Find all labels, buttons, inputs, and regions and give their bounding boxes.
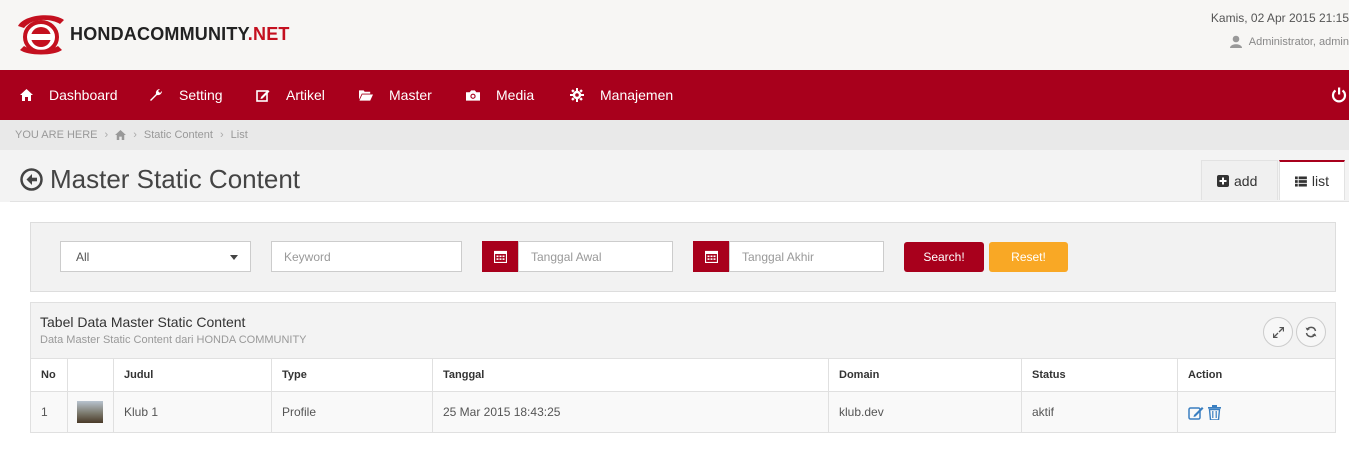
home-icon — [19, 88, 33, 102]
row-thumbnail-image[interactable] — [77, 401, 103, 423]
main-navbar: Dashboard Setting Artikel Master Media M… — [0, 70, 1349, 120]
chevron-right-icon: › — [133, 129, 137, 141]
col-header-tanggal[interactable]: Tanggal — [432, 359, 828, 391]
keyword-input[interactable] — [271, 241, 462, 272]
site-logo[interactable]: HONDACOMMUNITY.NET — [14, 10, 290, 58]
end-date-input[interactable] — [729, 241, 884, 272]
cell-tanggal: 25 Mar 2015 18:43:25 — [432, 392, 828, 432]
calendar-icon — [705, 250, 718, 263]
reset-button[interactable]: Reset! — [989, 242, 1068, 272]
search-button[interactable]: Search! — [904, 242, 984, 272]
expand-icon — [1272, 326, 1284, 338]
honda-wing-logo-icon — [18, 15, 64, 55]
refresh-button[interactable] — [1296, 317, 1326, 347]
table-panel-header: Tabel Data Master Static Content Data Ma… — [31, 303, 1335, 359]
list-icon — [1295, 175, 1307, 187]
nav-media[interactable]: Media — [466, 70, 534, 120]
breadcrumb-item-list: List — [230, 129, 248, 141]
cell-thumbnail — [67, 392, 113, 432]
home-icon[interactable] — [115, 130, 127, 140]
col-header-judul[interactable]: Judul — [113, 359, 271, 391]
wrench-icon — [149, 88, 163, 102]
nav-dashboard[interactable]: Dashboard — [19, 70, 118, 120]
nav-manajemen[interactable]: Manajemen — [570, 70, 673, 120]
cell-status: aktif — [1021, 392, 1177, 432]
table-header-row: No Judul Type Tanggal Domain Status Acti… — [31, 359, 1335, 391]
calendar-icon — [494, 250, 507, 263]
chevron-right-icon: › — [104, 129, 109, 141]
plus-square-icon — [1217, 174, 1229, 187]
user-icon — [1229, 35, 1242, 48]
logo-text: HONDACOMMUNITY.NET — [70, 23, 290, 44]
delete-row-icon[interactable] — [1208, 404, 1221, 420]
col-header-action: Action — [1177, 359, 1335, 391]
tab-add[interactable]: add — [1201, 160, 1278, 200]
cell-domain: klub.dev — [828, 392, 1021, 432]
end-date-calendar-button[interactable] — [693, 241, 730, 272]
start-date-input[interactable] — [518, 241, 673, 272]
col-header-image — [67, 359, 113, 391]
table-panel: Tabel Data Master Static Content Data Ma… — [30, 302, 1336, 433]
breadcrumb-prefix: YOU ARE HERE — [15, 129, 98, 141]
start-date-calendar-button[interactable] — [482, 241, 519, 272]
cell-type: Profile — [271, 392, 432, 432]
table-row: 1 Klub 1 Profile 25 Mar 2015 18:43:25 kl… — [31, 391, 1335, 432]
nav-artikel[interactable]: Artikel — [256, 70, 325, 120]
breadcrumb-item-static-content[interactable]: Static Content — [144, 129, 213, 141]
breadcrumb: YOU ARE HERE › › Static Content › List — [0, 120, 1349, 150]
user-info[interactable]: Administrator, admin — [1229, 35, 1349, 48]
edit-row-icon[interactable] — [1188, 405, 1204, 420]
current-datetime: Kamis, 02 Apr 2015 21:15 — [1210, 11, 1349, 25]
col-header-status[interactable]: Status — [1021, 359, 1177, 391]
refresh-icon — [1305, 326, 1317, 338]
user-name: Administrator, admin — [1248, 35, 1349, 48]
top-header: HONDACOMMUNITY.NET Kamis, 02 Apr 2015 21… — [0, 0, 1349, 70]
col-header-type[interactable]: Type — [271, 359, 432, 391]
cell-no: 1 — [41, 405, 48, 419]
nav-setting[interactable]: Setting — [149, 70, 223, 120]
tab-list[interactable]: list — [1279, 160, 1345, 200]
chevron-right-icon: › — [219, 129, 224, 141]
folder-open-icon — [359, 88, 373, 102]
table-title: Tabel Data Master Static Content — [40, 314, 246, 330]
camera-icon — [466, 88, 480, 102]
nav-master[interactable]: Master — [359, 70, 432, 120]
col-header-no[interactable]: No — [31, 359, 67, 391]
table-subtitle: Data Master Static Content dari HONDA CO… — [40, 334, 307, 346]
col-header-domain[interactable]: Domain — [828, 359, 1021, 391]
cell-judul: Klub 1 — [113, 392, 271, 432]
page-title: Master Static Content — [20, 164, 300, 195]
cell-action — [1177, 392, 1335, 432]
caret-down-icon — [230, 255, 238, 260]
edit-icon — [256, 88, 270, 102]
fullscreen-button[interactable] — [1263, 317, 1293, 347]
power-icon[interactable] — [1331, 87, 1347, 103]
gear-icon — [570, 88, 584, 102]
category-select[interactable]: All — [60, 241, 251, 272]
back-arrow-circle-icon[interactable] — [20, 168, 43, 191]
